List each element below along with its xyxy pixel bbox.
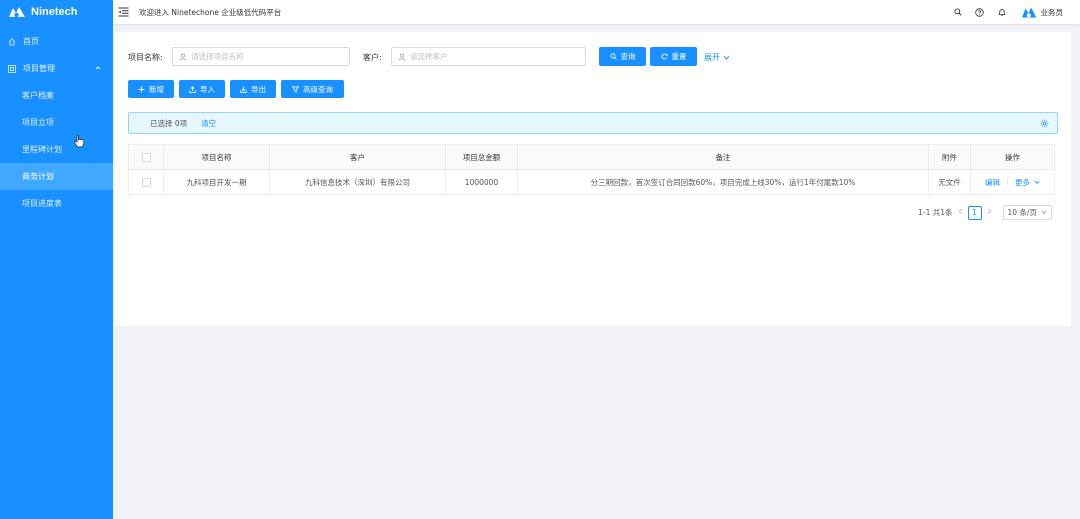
chevron-down-icon [1041, 210, 1047, 215]
sidebar-item-label: 里程碑计划 [22, 145, 62, 154]
table-header-row: 项目名称 客户 项目总金额 备注 附件 操作 [128, 144, 1055, 170]
header-right: 业务员 [941, 0, 1080, 24]
search-icon [609, 53, 617, 60]
sidebar: Ninetech 首页 项目管理 客户档案 项目立项 里程碑计划 商务计划 项目… [0, 0, 113, 519]
table-row[interactable]: 九科项目开发一期 九科信息技术（深圳）有限公司 1000000 分三期回款，首次… [128, 169, 1055, 195]
chevron-up-icon [95, 64, 101, 73]
selection-alert: 已选择 0项 清空 [128, 112, 1058, 134]
top-header: 欢迎进入 Ninetechone 企业级低代码平台 业务员 [113, 0, 1080, 24]
pagination: 1-1 共1条 1 10 条/页 [918, 205, 1052, 220]
customer-placeholder: 请选择客户 [410, 52, 448, 61]
query-button[interactable]: 查询 [599, 47, 646, 66]
project-name-placeholder: 请选择项目名称 [191, 52, 244, 61]
add-label: 新增 [149, 84, 164, 94]
import-button[interactable]: 导入 [179, 80, 225, 98]
edit-link[interactable]: 编辑 [985, 177, 1000, 188]
cell-customer: 九科信息技术（深圳）有限公司 [269, 169, 446, 195]
select-all-cell[interactable] [128, 144, 164, 170]
cell-total-amount: 1000000 [445, 169, 518, 195]
more-link[interactable]: 更多 [1015, 177, 1030, 188]
page-size-value: 10 条/页 [1007, 208, 1037, 217]
sidebar-item-customer-archive[interactable]: 客户档案 [0, 82, 113, 109]
gear-icon[interactable] [1040, 119, 1049, 130]
menu-fold-icon[interactable] [118, 5, 132, 19]
chevron-down-icon[interactable] [1034, 180, 1040, 185]
logo[interactable]: Ninetech [0, 0, 113, 24]
sidebar-item-label: 项目立项 [22, 118, 54, 127]
help-icon[interactable] [975, 7, 985, 17]
pagination-summary: 1-1 共1条 [918, 208, 953, 217]
user-icon [398, 53, 406, 61]
project-name-label: 项目名称: [128, 53, 163, 62]
filter-icon [292, 85, 299, 93]
hand-cursor-icon [73, 134, 85, 150]
clear-selection-link[interactable]: 清空 [201, 118, 216, 129]
sidebar-item-business-plan[interactable]: 商务计划 [0, 163, 113, 190]
welcome-text: 欢迎进入 Ninetechone 企业级低代码平台 [139, 7, 282, 17]
advanced-query-button[interactable]: 高级查询 [281, 80, 344, 98]
sidebar-item-project-schedule[interactable]: 项目进度表 [0, 190, 113, 217]
cell-actions: 编辑 更多 [970, 169, 1055, 195]
row-actions: 编辑 更多 [985, 177, 1040, 188]
import-label: 导入 [200, 84, 215, 94]
page-size-select[interactable]: 10 条/页 [1002, 205, 1052, 220]
column-header-actions: 操作 [970, 144, 1055, 170]
plus-icon [138, 86, 145, 93]
expand-label: 展开 [704, 53, 720, 62]
sidebar-item-home[interactable]: 首页 [0, 28, 113, 55]
chevron-down-icon [723, 55, 730, 61]
ninetech-logo-icon [9, 7, 25, 18]
download-icon [240, 86, 247, 93]
data-table: 项目名称 客户 项目总金额 备注 附件 操作 九科项目开发一期 九科信息技术（深… [128, 144, 1055, 195]
selection-count: 已选择 0项 [150, 118, 188, 128]
chevron-left-icon[interactable] [958, 208, 963, 217]
column-header-attachment[interactable]: 附件 [928, 144, 971, 170]
project-name-select[interactable]: 请选择项目名称 [172, 47, 350, 66]
cell-remark: 分三期回款，首次签订合同回款60%，项目完成上线30%，运行1年付尾款10% [517, 169, 929, 195]
search-icon[interactable] [953, 7, 963, 17]
reset-button[interactable]: 重置 [650, 47, 697, 66]
user-icon [179, 53, 187, 61]
user-menu[interactable]: 业务员 [1021, 6, 1064, 19]
column-header-project-name[interactable]: 项目名称 [163, 144, 270, 170]
query-label: 查询 [620, 52, 636, 61]
export-button[interactable]: 导出 [230, 80, 276, 98]
row-checkbox[interactable] [141, 177, 151, 187]
advanced-query-label: 高级查询 [303, 84, 333, 94]
sidebar-item-label: 商务计划 [22, 172, 54, 181]
main-content: 项目名称: 请选择项目名称 客户: 请选择客户 查询 重置 展开 新增 导入 导… [115, 32, 1071, 326]
sidebar-item-project-management[interactable]: 项目管理 [0, 55, 113, 82]
customer-label: 客户: [363, 53, 382, 62]
action-divider [1007, 178, 1008, 186]
row-select-cell[interactable] [128, 169, 164, 195]
bell-icon[interactable] [997, 7, 1007, 17]
sidebar-item-label: 首页 [23, 37, 39, 46]
upload-icon [189, 85, 196, 93]
sidebar-item-label: 项目管理 [23, 64, 55, 73]
select-all-checkbox[interactable] [141, 152, 151, 162]
home-icon [8, 37, 18, 46]
customer-select[interactable]: 请选择客户 [391, 47, 586, 66]
sidebar-item-project-initiation[interactable]: 项目立项 [0, 109, 113, 136]
reset-label: 重置 [671, 52, 687, 61]
export-label: 导出 [251, 84, 266, 94]
sidebar-item-label: 客户档案 [22, 91, 54, 100]
column-header-remark[interactable]: 备注 [517, 144, 929, 170]
brand-name: Ninetech [31, 6, 78, 18]
column-header-customer[interactable]: 客户 [269, 144, 446, 170]
sidebar-item-milestone-plan[interactable]: 里程碑计划 [0, 136, 113, 163]
appstore-icon [8, 64, 18, 73]
expand-toggle[interactable]: 展开 [704, 52, 730, 63]
sidebar-item-label: 项目进度表 [22, 199, 62, 208]
cell-attachment: 无文件 [928, 169, 971, 195]
sidebar-menu: 首页 项目管理 客户档案 项目立项 里程碑计划 商务计划 项目进度表 [0, 28, 113, 217]
cell-project-name: 九科项目开发一期 [163, 169, 270, 195]
page-button-current[interactable]: 1 [967, 205, 982, 220]
add-button[interactable]: 新增 [128, 80, 174, 98]
column-header-total-amount[interactable]: 项目总金额 [445, 144, 518, 170]
avatar [1021, 7, 1036, 17]
user-name: 业务员 [1040, 7, 1064, 17]
reload-icon [661, 53, 668, 60]
chevron-right-icon[interactable] [987, 208, 992, 217]
